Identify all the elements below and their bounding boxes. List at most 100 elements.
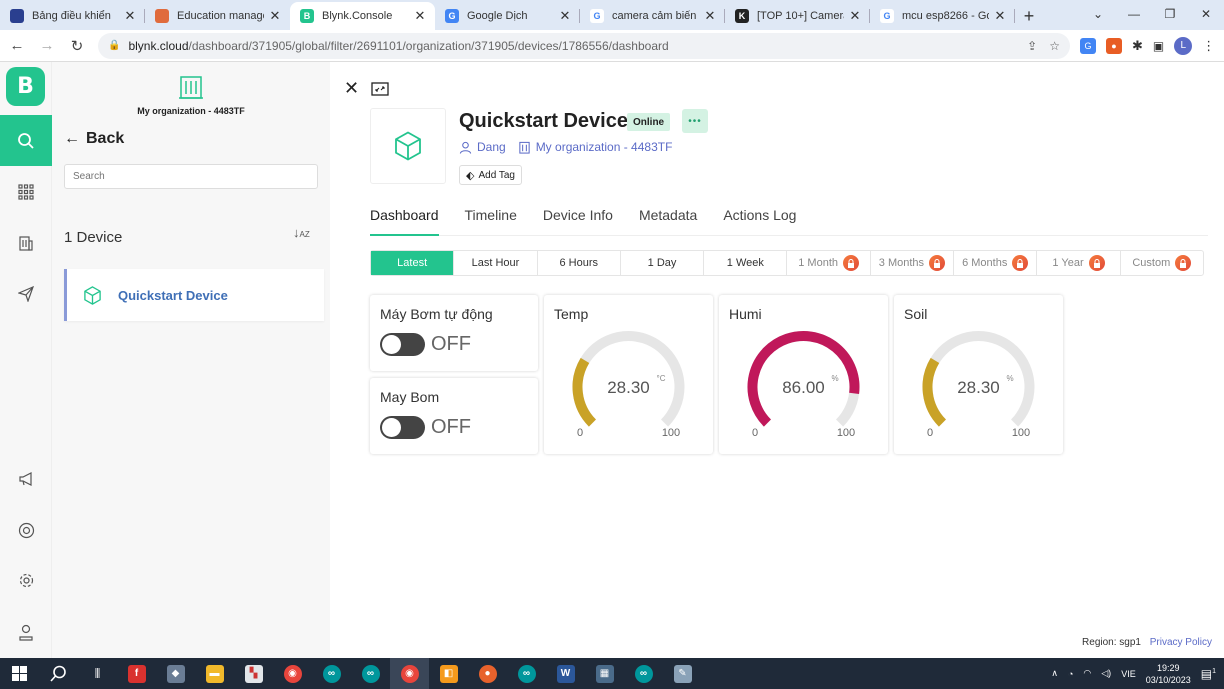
clock[interactable]: 19:29 03/10/2023 (1146, 662, 1191, 686)
taskbar-app[interactable]: ∞ (624, 658, 663, 689)
lock-icon (843, 255, 859, 271)
auto-pump-toggle[interactable] (380, 333, 425, 356)
close-icon[interactable]: ✕ (344, 78, 359, 99)
taskbar-app[interactable]: f (117, 658, 156, 689)
new-tab-button[interactable]: + (1015, 2, 1043, 30)
bookmark-star-icon[interactable]: ☆ (1049, 39, 1060, 53)
back-nav-icon[interactable]: ← (4, 33, 30, 59)
taskbar-app[interactable]: ▬ (195, 658, 234, 689)
pump-toggle[interactable] (380, 416, 425, 439)
extensions-puzzle-icon[interactable]: ✱ (1132, 38, 1143, 54)
taskbar-app[interactable]: ∞ (312, 658, 351, 689)
reload-icon[interactable]: ↻ (64, 33, 90, 59)
tab-search-icon[interactable]: ⌄ (1080, 0, 1116, 28)
browser-tab[interactable]: G Google Dịch ✕ (435, 2, 580, 30)
gauge-min-label: 0 (927, 427, 933, 439)
taskbar-app[interactable]: ◆ (156, 658, 195, 689)
translate-extension-icon[interactable]: G (1080, 37, 1096, 54)
app-icon: f (127, 664, 146, 683)
tab-close-icon[interactable]: ✕ (123, 8, 137, 24)
browser-tab[interactable]: B Blynk.Console ✕ (290, 2, 435, 30)
taskbar-app[interactable]: ✎ (663, 658, 702, 689)
extension-icon[interactable]: ● (1106, 37, 1122, 54)
close-window-button[interactable]: ✕ (1188, 0, 1224, 28)
side-panel-icon[interactable]: ▣ (1153, 39, 1164, 53)
taskbar-app[interactable]: W (546, 658, 585, 689)
minimize-button[interactable]: — (1116, 0, 1152, 28)
notification-icon[interactable]: ▤1 (1201, 667, 1216, 681)
add-tag-button[interactable]: ⬖ Add Tag (459, 165, 522, 185)
taskbar-app[interactable]: ◉ (273, 658, 312, 689)
taskbar-app[interactable]: ∞ (351, 658, 390, 689)
blueprints-nav-button[interactable] (0, 283, 52, 305)
time-range-1-year[interactable]: 1 Year (1037, 251, 1121, 275)
time-range-6-months[interactable]: 6 Months (954, 251, 1038, 275)
taskbar-app[interactable]: ▦ (585, 658, 624, 689)
browser-tab[interactable]: K [TOP 10+] Camera cả ✕ (725, 2, 870, 30)
organizations-nav-button[interactable] (0, 232, 52, 254)
time-range-1-week[interactable]: 1 Week (704, 251, 788, 275)
device-owner-link[interactable]: Dang (459, 140, 506, 154)
time-range-selector: Latest Last Hour 6 Hours 1 Day 1 Week 1 Month… (370, 250, 1204, 276)
time-range-last-hour[interactable]: Last Hour (454, 251, 538, 275)
taskbar-app[interactable]: ◧ (429, 658, 468, 689)
start-button[interactable] (0, 658, 39, 689)
taskbar-search-button[interactable] (39, 658, 78, 689)
tab-timeline[interactable]: Timeline (465, 207, 517, 236)
tab-favicon-icon: K (735, 9, 749, 23)
browser-tab[interactable]: Gmcu esp8266 - Goog ✕ (870, 2, 1015, 30)
tab-close-icon[interactable]: ✕ (993, 8, 1007, 24)
device-organization-link[interactable]: My organization - 4483TF (518, 140, 672, 154)
settings-nav-button[interactable] (0, 569, 52, 591)
lock-icon (1088, 255, 1105, 271)
network-icon[interactable]: ◔ (1068, 669, 1073, 679)
browser-menu-icon[interactable]: ⋮ (1202, 38, 1215, 54)
wifi-icon[interactable]: ◠ (1083, 668, 1091, 679)
time-range-3-months[interactable]: 3 Months (871, 251, 955, 275)
time-range-custom[interactable]: Custom (1121, 251, 1203, 275)
taskbar-app[interactable]: ∞ (507, 658, 546, 689)
time-range-1-month[interactable]: 1 Month (787, 251, 871, 275)
dashboards-nav-button[interactable] (0, 181, 52, 203)
task-view-button[interactable]: ⫴ (78, 658, 117, 689)
help-nav-button[interactable] (0, 519, 52, 541)
profile-avatar[interactable]: L (1174, 36, 1193, 55)
gauge-value: 28.30 (607, 378, 650, 397)
share-icon[interactable]: ⇪ (1027, 39, 1037, 53)
taskbar-app[interactable]: ▚ (234, 658, 273, 689)
tab-close-icon[interactable]: ✕ (413, 8, 427, 24)
tab-close-icon[interactable]: ✕ (703, 8, 717, 24)
tab-actions-log[interactable]: Actions Log (723, 207, 796, 236)
tab-close-icon[interactable]: ✕ (268, 8, 282, 24)
tab-metadata[interactable]: Metadata (639, 207, 697, 236)
tab-close-icon[interactable]: ✕ (848, 8, 862, 24)
blynk-logo[interactable]: B (6, 67, 45, 106)
restore-button[interactable]: ❐ (1152, 0, 1188, 28)
tab-close-icon[interactable]: ✕ (558, 8, 572, 24)
language-indicator[interactable]: VIE (1121, 669, 1136, 679)
announcements-nav-button[interactable] (0, 468, 52, 490)
device-list-item[interactable]: Quickstart Device (64, 269, 324, 321)
account-nav-button[interactable] (0, 621, 52, 643)
privacy-policy-link[interactable]: Privacy Policy (1150, 637, 1212, 648)
sort-az-icon[interactable]: ↓AZ (293, 225, 310, 240)
taskbar-app[interactable]: ● (468, 658, 507, 689)
time-range-latest[interactable]: Latest (371, 251, 455, 275)
browser-tab[interactable]: Education managem ✕ (145, 2, 290, 30)
time-range-1-day[interactable]: 1 Day (621, 251, 705, 275)
address-bar[interactable]: 🔒 blynk.cloud/dashboard/371905/global/fi… (98, 32, 1070, 59)
tab-device-info[interactable]: Device Info (543, 207, 613, 236)
back-button[interactable]: ← Back (64, 130, 124, 148)
chevron-up-icon[interactable]: ∧ (1051, 668, 1058, 679)
time-range-6-hours[interactable]: 6 Hours (538, 251, 621, 275)
browser-tab[interactable]: Bảng điều khiển ✕ (0, 2, 145, 30)
browser-tab[interactable]: Gcamera cảm biến nhi ✕ (580, 2, 725, 30)
search-nav-button[interactable] (0, 115, 52, 166)
tab-dashboard[interactable]: Dashboard (370, 207, 439, 236)
device-search-input[interactable] (64, 164, 318, 189)
forward-nav-icon[interactable]: → (34, 33, 60, 59)
expand-icon[interactable] (371, 81, 389, 96)
volume-icon[interactable]: ◁) (1101, 668, 1111, 679)
more-options-button[interactable]: ••• (682, 109, 708, 133)
taskbar-app[interactable]: ◉ (390, 658, 429, 689)
